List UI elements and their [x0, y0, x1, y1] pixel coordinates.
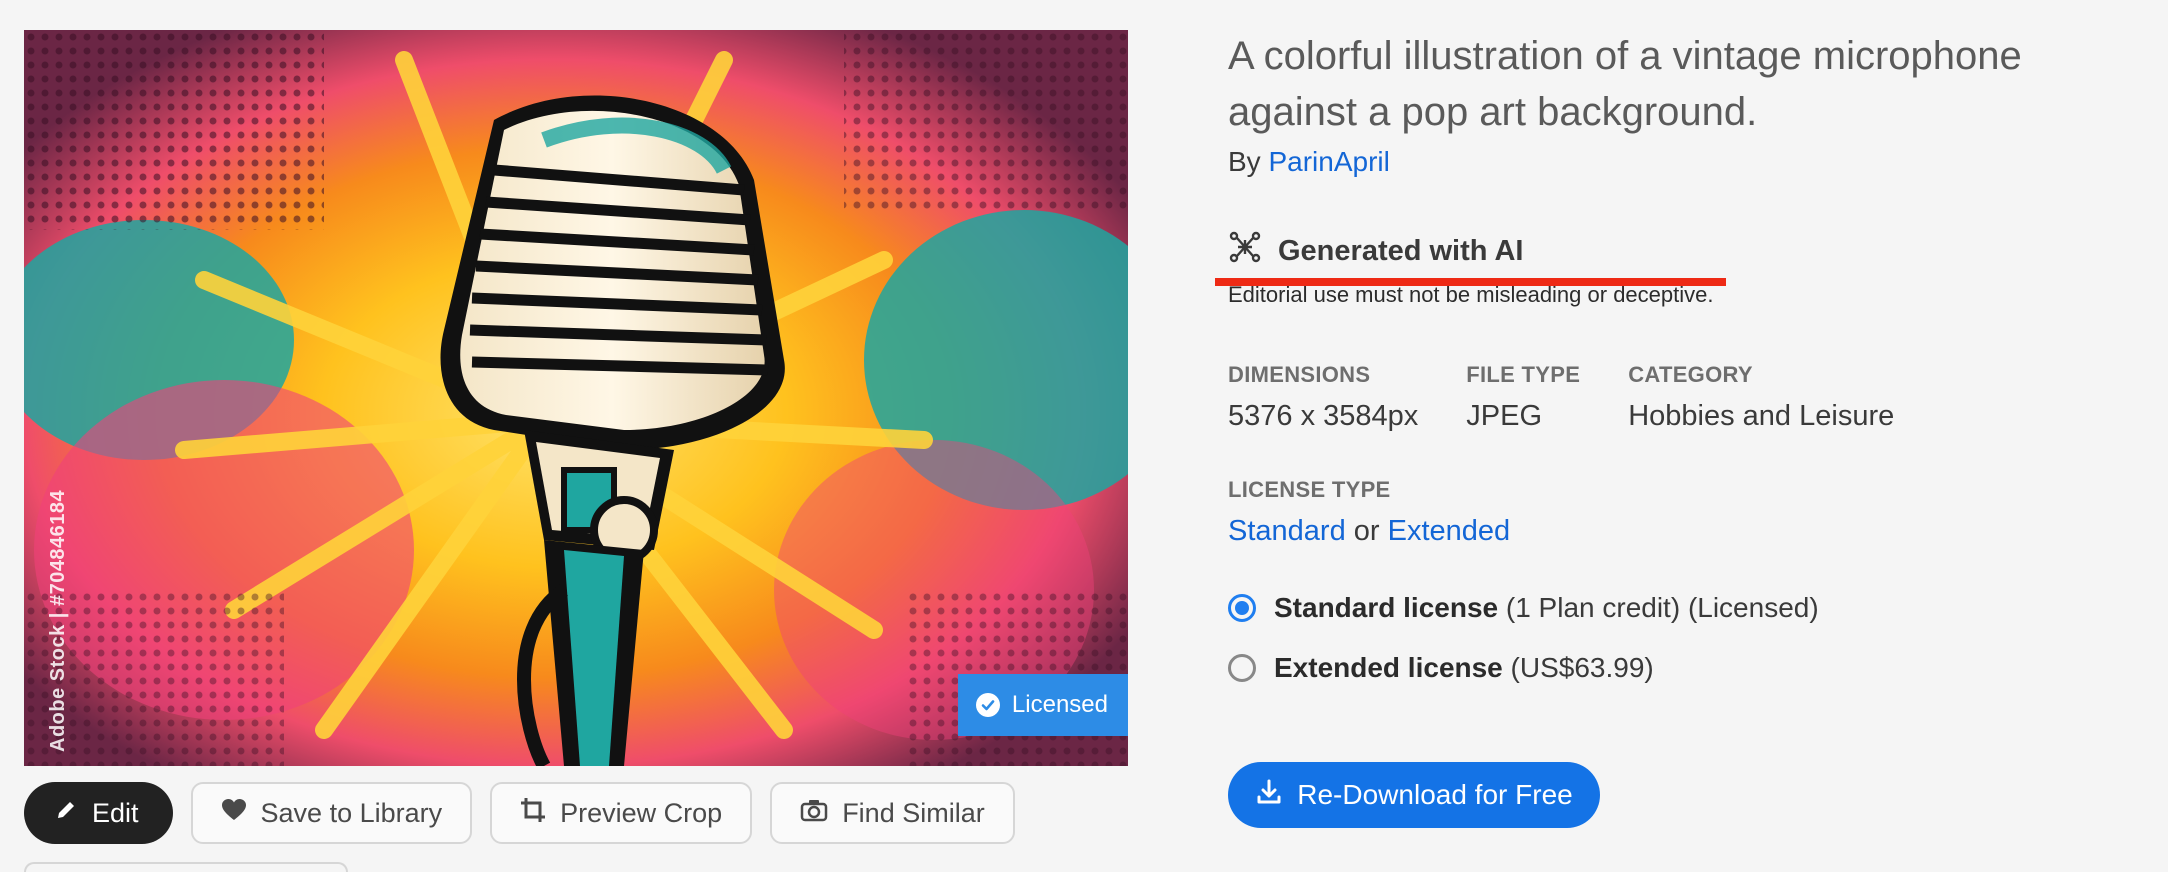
check-circle-icon [975, 693, 1000, 717]
file-type-field: FILE TYPE JPEG [1466, 362, 1580, 433]
extended-license-text: Extended license (US$63.99) [1274, 652, 1654, 684]
save-to-library-button[interactable]: Save to Library [190, 782, 473, 844]
heart-icon [221, 798, 247, 829]
preview-crop-label: Preview Crop [560, 797, 723, 828]
byline: By ParinApril [1228, 146, 2148, 178]
license-type-field: LICENSE TYPE Standard or Extended [1228, 477, 2148, 548]
highlight-underline [1215, 278, 1726, 286]
watermark-text: Adobe Stock | #704846184 [47, 489, 69, 752]
re-download-label: Re-Download for Free [1297, 779, 1573, 810]
extended-license-option[interactable]: Extended license (US$63.99) [1228, 652, 2148, 684]
extended-license-radio[interactable] [1228, 654, 1256, 682]
file-type-label: FILE TYPE [1466, 362, 1581, 387]
standard-license-option[interactable]: Standard license (1 Plan credit) (Licens… [1228, 592, 2148, 624]
standard-license-text: Standard license (1 Plan credit) (Licens… [1274, 592, 1819, 624]
licensed-badge-label: Licensed [1011, 691, 1108, 718]
file-type-value: JPEG [1466, 400, 1543, 432]
image-actions: Edit Save to Library Preview Crop Find S… [24, 782, 1015, 844]
image-preview[interactable]: Adobe Stock | #704846184 Licensed [24, 30, 1128, 766]
ai-label: Generated with AI [1278, 234, 1524, 267]
license-type-value: Standard or Extended [1228, 515, 2148, 548]
partial-button[interactable] [24, 862, 348, 872]
license-type-label: LICENSE TYPE [1228, 477, 1391, 502]
extended-license-name: Extended license [1274, 652, 1503, 683]
microphone-illustration [24, 30, 1128, 766]
standard-license-radio[interactable] [1228, 594, 1256, 622]
edit-button-label: Edit [92, 797, 139, 828]
license-options: Standard license (1 Plan credit) (Licens… [1228, 592, 2148, 684]
licensed-badge: Licensed [957, 674, 1128, 736]
byline-prefix: By [1228, 146, 1261, 177]
dimensions-field: DIMENSIONS 5376 x 3584px [1228, 362, 1418, 433]
category-label: CATEGORY [1628, 362, 1753, 387]
edit-button[interactable]: Edit [24, 782, 173, 844]
asset-details: A colorful illustration of a vintage mic… [1228, 28, 2148, 684]
dimensions-value: 5376 x 3584px [1228, 400, 1419, 432]
standard-license-note: (1 Plan credit) (Licensed) [1505, 592, 1819, 623]
standard-license-name: Standard license [1274, 592, 1499, 623]
find-similar-label: Find Similar [842, 797, 985, 828]
extended-license-note: (US$63.99) [1510, 652, 1654, 683]
preview-crop-button[interactable]: Preview Crop [490, 782, 753, 844]
asset-metadata: DIMENSIONS 5376 x 3584px FILE TYPE JPEG … [1228, 362, 2148, 433]
download-icon [1255, 778, 1283, 813]
dimensions-label: DIMENSIONS [1228, 362, 1371, 387]
standard-license-link[interactable]: Standard [1228, 515, 1346, 547]
generated-with-ai: Generated with AI [1228, 230, 2148, 272]
re-download-button[interactable]: Re-Download for Free [1228, 762, 1600, 828]
asset-title: A colorful illustration of a vintage mic… [1228, 34, 2022, 134]
find-similar-button[interactable]: Find Similar [770, 782, 1015, 844]
category-link[interactable]: Hobbies and Leisure [1628, 400, 1894, 433]
category-field: CATEGORY Hobbies and Leisure [1628, 362, 1894, 433]
camera-icon [800, 798, 828, 829]
ai-generated-icon [1228, 230, 1262, 272]
author-link[interactable]: ParinApril [1268, 146, 1389, 177]
pencil-icon [54, 798, 78, 829]
save-to-library-label: Save to Library [260, 797, 443, 828]
license-or-text: or [1353, 515, 1380, 547]
crop-icon [520, 797, 546, 830]
extended-license-link[interactable]: Extended [1388, 515, 1511, 547]
